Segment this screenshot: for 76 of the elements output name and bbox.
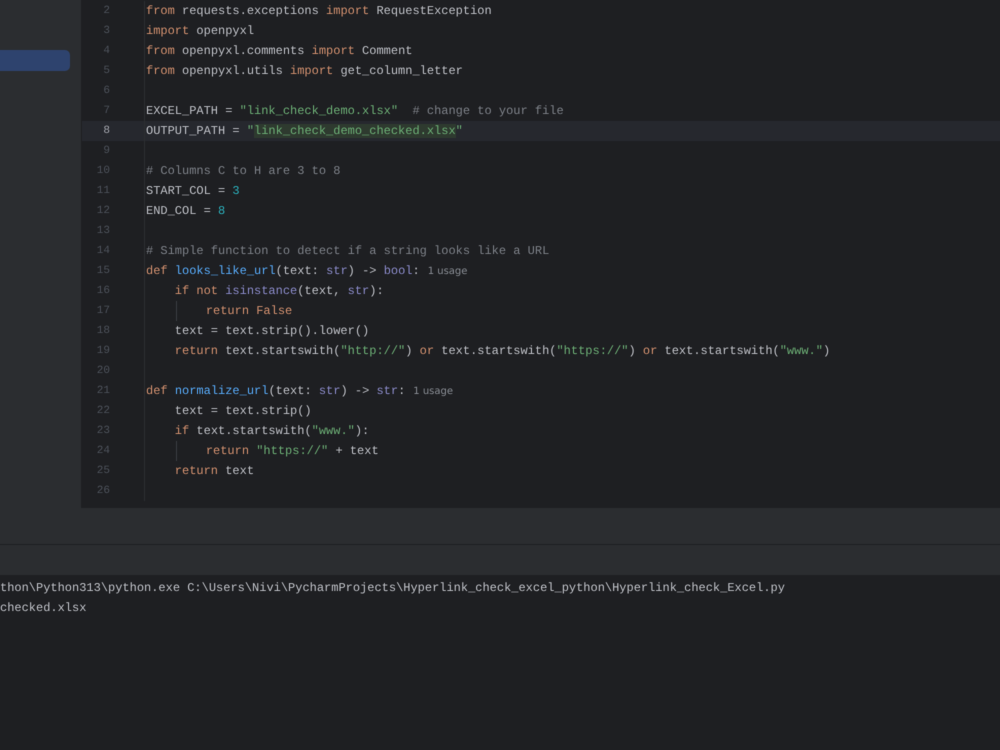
code-token: 3 bbox=[232, 184, 240, 198]
code-token: (text: bbox=[268, 384, 313, 398]
code-token: from bbox=[146, 64, 175, 78]
code-token: if bbox=[174, 424, 190, 438]
code-token: return bbox=[174, 344, 218, 358]
code-token: 8 bbox=[218, 204, 226, 218]
usage-hint[interactable]: 1 usage bbox=[428, 266, 468, 276]
console-line: thon\Python313\python.exe C:\Users\Nivi\PycharmProjects\Hyperlink_check_excel_python\Hyperlink_check_Excel.py bbox=[0, 580, 786, 597]
code-token: # Simple function to detect if a string looks like a URL bbox=[146, 244, 550, 258]
code-token: " bbox=[456, 124, 463, 138]
code-token: def bbox=[146, 264, 169, 278]
code-token: text bbox=[224, 464, 254, 478]
code-token: OUTPUT_PATH = bbox=[146, 124, 241, 138]
code-token: text.startswith( bbox=[664, 344, 780, 358]
code-token: "www." bbox=[780, 344, 823, 358]
code-token: text.startswith( bbox=[440, 344, 556, 358]
code-token: ) bbox=[628, 344, 637, 358]
code-token: (text, bbox=[297, 284, 342, 298]
code-token: # change to your file bbox=[411, 104, 564, 118]
code-token: return bbox=[174, 464, 218, 478]
code-token: text.startswith( bbox=[195, 424, 312, 438]
code-token: link_check_demo_checked.xlsx bbox=[254, 124, 456, 138]
code-token: : bbox=[398, 384, 406, 398]
code-token: : bbox=[412, 264, 420, 278]
code-token: str bbox=[348, 284, 370, 298]
tree-item[interactable] bbox=[0, 50, 70, 71]
code-token: + text bbox=[334, 444, 379, 458]
code-token: openpyxl.comments bbox=[181, 44, 306, 58]
code-token: normalize_url bbox=[174, 384, 268, 398]
code-token: text = text.strip().lower() bbox=[174, 324, 370, 338]
code-token: import bbox=[290, 64, 334, 78]
console-line: checked.xlsx bbox=[0, 600, 88, 617]
code-token: START_COL = bbox=[146, 184, 226, 198]
usage-hint[interactable]: 1 usage bbox=[413, 386, 454, 396]
code-token: (text: bbox=[276, 264, 320, 278]
code-token: "https://" bbox=[256, 444, 328, 458]
code-token: import bbox=[326, 4, 370, 18]
code-token: ) -> bbox=[340, 384, 370, 398]
code-token: EXCEL_PATH = bbox=[146, 104, 234, 118]
code-token: text.startswith( bbox=[224, 344, 340, 358]
code-token: return False bbox=[206, 304, 292, 318]
code-token: openpyxl.utils bbox=[181, 64, 284, 78]
code-token: or bbox=[420, 344, 434, 358]
code-token: "http://" bbox=[340, 344, 406, 358]
code-token: "link_check_demo.xlsx" bbox=[240, 104, 398, 118]
code-token: ) -> bbox=[348, 264, 378, 278]
code-token: from bbox=[146, 44, 175, 58]
code-token: ): bbox=[369, 284, 384, 298]
code-token: if not bbox=[174, 284, 220, 298]
code-token: "https://" bbox=[556, 344, 628, 358]
code-token: END_COL = bbox=[146, 204, 212, 218]
code-token: str bbox=[318, 384, 340, 398]
code-token: bool bbox=[384, 264, 412, 278]
code-token: import bbox=[146, 24, 190, 38]
code-token: RequestException bbox=[375, 4, 492, 18]
code-token: # Columns C to H are 3 to 8 bbox=[146, 164, 340, 178]
code-token: return bbox=[206, 444, 250, 458]
code-token: Comment bbox=[361, 44, 412, 58]
code-token: text = text.strip() bbox=[174, 404, 312, 418]
code-token: get_column_letter bbox=[339, 64, 463, 78]
line-number: 8 bbox=[102, 125, 110, 137]
code-token: " bbox=[246, 124, 254, 138]
code-token: from bbox=[146, 4, 175, 18]
code-token: ) bbox=[822, 344, 830, 358]
code-token: str bbox=[376, 384, 398, 398]
code-token: str bbox=[326, 264, 348, 278]
code-token: ) bbox=[405, 344, 414, 358]
code-token: or bbox=[642, 344, 658, 358]
code-token: isinstance bbox=[225, 284, 298, 298]
code-token: def bbox=[146, 384, 169, 398]
code-token: import bbox=[312, 44, 355, 58]
code-token: openpyxl bbox=[195, 24, 254, 38]
code-token: ): bbox=[354, 424, 370, 438]
code-token: requests.exceptions bbox=[181, 4, 320, 18]
code-token: looks_like_url bbox=[174, 264, 276, 278]
code-token: "www." bbox=[312, 424, 355, 438]
